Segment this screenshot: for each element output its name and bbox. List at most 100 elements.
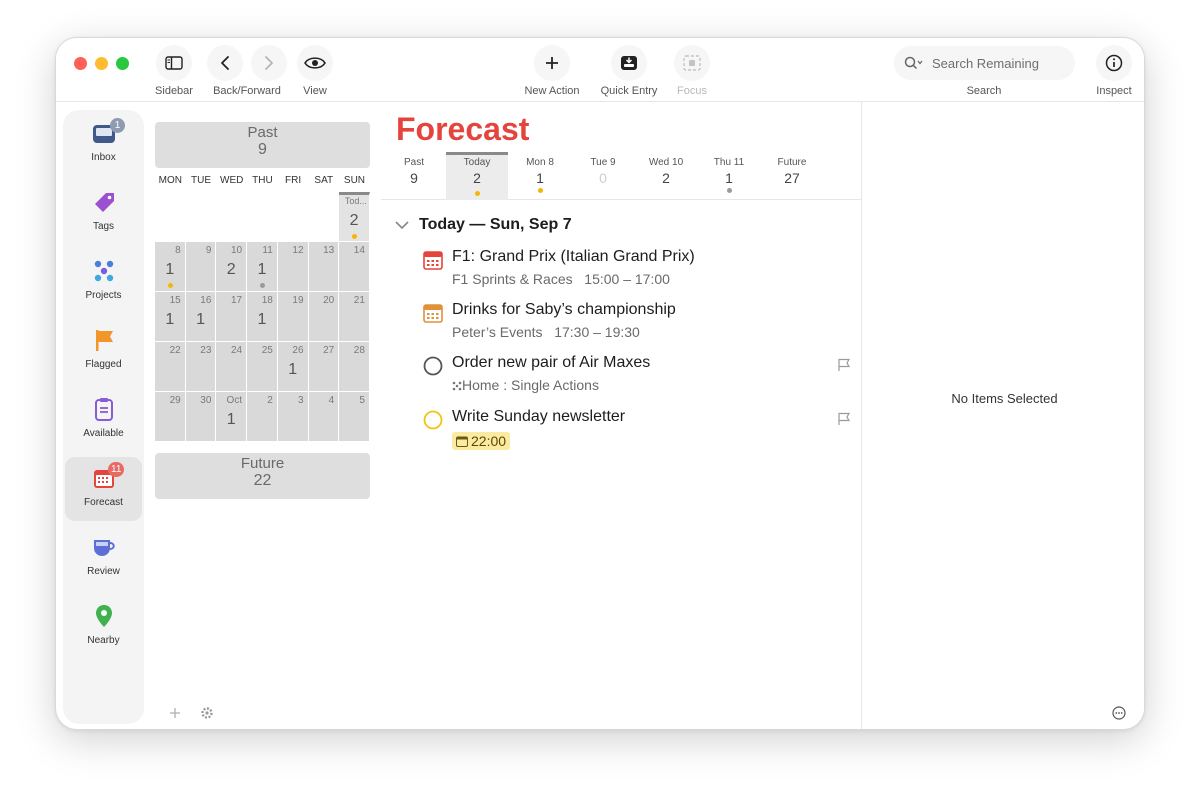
calendar-day-number: 30: [200, 395, 212, 406]
add-icon[interactable]: [169, 707, 181, 719]
calendar-day-cell[interactable]: 12: [277, 242, 309, 292]
calendar-day-cell[interactable]: 10 2: [216, 242, 248, 292]
forecast-tab[interactable]: Thu 11 1: [698, 152, 760, 200]
search-field[interactable]: Search Remaining: [894, 46, 1075, 80]
calendar-day-cell[interactable]: 81: [155, 242, 186, 292]
flag-toggle-icon[interactable]: [837, 358, 851, 372]
sidebar-item-review[interactable]: Review: [65, 526, 142, 590]
chevron-right-icon: [265, 56, 273, 70]
calendar-event-icon: [423, 251, 443, 270]
calendar-day-cell[interactable]: 23: [185, 342, 217, 392]
calendar-day-cell[interactable]: 9: [185, 242, 217, 292]
list-item[interactable]: Write Sunday newsletter 22:00: [423, 408, 853, 454]
calendar-day-cell[interactable]: 11 1: [247, 242, 278, 292]
calendar-day-cell[interactable]: 26 1: [277, 342, 309, 392]
projects-icon: [94, 260, 114, 282]
inbox-badge: 1: [110, 118, 125, 133]
calendar-day-cell[interactable]: 30: [185, 392, 217, 442]
calendar-day-number: 8: [175, 245, 181, 256]
back-button[interactable]: [207, 45, 243, 81]
sidebar-item-label: Inbox: [91, 152, 116, 163]
list-item[interactable]: Drinks for Saby’s championship Peter’s E…: [423, 301, 853, 345]
forecast-tab-label: Thu 11: [713, 157, 745, 168]
close-window-button[interactable]: [74, 57, 87, 70]
inspect-button[interactable]: [1096, 45, 1132, 81]
calendar-day-cell[interactable]: 4: [308, 392, 340, 442]
sidebar-item-projects[interactable]: Projects: [65, 250, 142, 314]
calendar-day-number: 11: [262, 245, 273, 256]
calendar-grid: Tod... 2: [155, 192, 370, 242]
calendar-day-cell[interactable]: 25: [247, 342, 278, 392]
list-item[interactable]: F1: Grand Prix (Italian Grand Prix) F1 S…: [423, 248, 853, 292]
calendar-day-number: 9: [205, 245, 212, 256]
forecast-tab-count: 9: [410, 170, 418, 186]
forecast-tab[interactable]: Future 27: [761, 152, 823, 200]
calendar-today-cell[interactable]: Tod... 2: [339, 192, 370, 242]
page-title: Forecast: [396, 111, 530, 147]
view-button[interactable]: [297, 45, 333, 81]
gear-icon[interactable]: [200, 706, 214, 720]
calendar-day-number: 26: [292, 345, 304, 356]
sidebar-item-forecast[interactable]: 11 Forecast: [65, 457, 142, 521]
calendar-day-count: 1: [257, 261, 267, 278]
forecast-tab-count: 1: [725, 170, 733, 186]
calendar-day-number: 17: [230, 295, 243, 306]
minimize-window-button[interactable]: [95, 57, 108, 70]
calendar-day-number: 10: [230, 245, 243, 256]
sidebar-toggle-button[interactable]: [156, 45, 192, 81]
focus-icon: [683, 55, 701, 71]
calendar-day-cell[interactable]: 28: [339, 342, 370, 392]
focus-button[interactable]: [674, 45, 710, 81]
forecast-tab[interactable]: Today 2: [446, 152, 508, 200]
calendar-day-cell[interactable]: 2: [247, 392, 278, 442]
item-subtitle: 22:00: [452, 432, 511, 450]
calendar-day-number: 3: [297, 395, 304, 406]
calendar-day-cell[interactable]: 14: [339, 242, 370, 292]
calendar-day-cell[interactable]: 19: [277, 292, 309, 342]
checkbox-circle-icon[interactable]: [423, 356, 443, 376]
new-action-button[interactable]: [534, 45, 570, 81]
calendar-day-cell[interactable]: 3: [277, 392, 309, 442]
forward-button[interactable]: [251, 45, 287, 81]
calendar-day-cell[interactable]: 13: [308, 242, 340, 292]
calendar-day-cell[interactable]: 22: [155, 342, 186, 392]
checkbox-circle-icon[interactable]: [423, 410, 443, 430]
calendar-day-cell[interactable]: 21: [339, 292, 370, 342]
list-item[interactable]: Order new pair of Air Maxes Home : Singl…: [423, 354, 853, 398]
forecast-tab[interactable]: Past 9: [383, 152, 445, 200]
future-block[interactable]: Future 22: [155, 453, 370, 499]
calendar-day-cell[interactable]: 15 1: [155, 292, 186, 342]
forecast-tab[interactable]: Mon 8 1: [509, 152, 571, 200]
forecast-tab-label: Tue 9: [590, 157, 616, 168]
calendar-day-number: Oct: [226, 395, 243, 406]
sidebar-item-inbox[interactable]: 1 Inbox: [65, 112, 142, 176]
past-block[interactable]: Past 9: [155, 122, 370, 168]
calendar-day-cell[interactable]: 16 1: [185, 292, 217, 342]
due-badge: 22:00: [452, 432, 511, 450]
calendar-day-cell[interactable]: Oct 1: [216, 392, 248, 442]
sidebar-item-available[interactable]: Available: [65, 388, 142, 452]
calendar-day-cell[interactable]: 24: [216, 342, 248, 392]
forecast-tab[interactable]: Wed 10 2: [635, 152, 697, 200]
forecast-tab-label: Wed 10: [648, 157, 684, 168]
sidebar-item-nearby[interactable]: Nearby: [65, 595, 142, 659]
flag-toggle-icon[interactable]: [837, 412, 851, 426]
zoom-window-button[interactable]: [116, 57, 129, 70]
calendar-day-cell[interactable]: 5: [339, 392, 370, 442]
forecast-pane: Forecast Past 9 Today 2 Mon 8 1 Tue 9 0 Wed 10 2 T…: [381, 102, 861, 729]
forecast-tab[interactable]: Tue 9 0: [572, 152, 634, 200]
calendar-day-cell[interactable]: 17: [216, 292, 248, 342]
section-header[interactable]: Today — Sun, Sep 7: [395, 216, 572, 234]
calendar-day-cell[interactable]: 18 1: [247, 292, 278, 342]
calendar-empty-cell: [247, 192, 278, 242]
calendar-day-cell[interactable]: 20: [308, 292, 340, 342]
calendar-day-cell[interactable]: 27: [308, 342, 340, 392]
quick-entry-button[interactable]: [611, 45, 647, 81]
calendar-day-number: 5: [359, 395, 365, 406]
sidebar-item-tags[interactable]: Tags: [65, 181, 142, 245]
sidebar-item-flagged[interactable]: Flagged: [65, 319, 142, 383]
calendar-day-cell[interactable]: 29: [155, 392, 186, 442]
search-label: Search: [966, 85, 1002, 97]
calendar-day-number: 29: [169, 395, 181, 406]
more-options-icon[interactable]: [1112, 706, 1126, 720]
